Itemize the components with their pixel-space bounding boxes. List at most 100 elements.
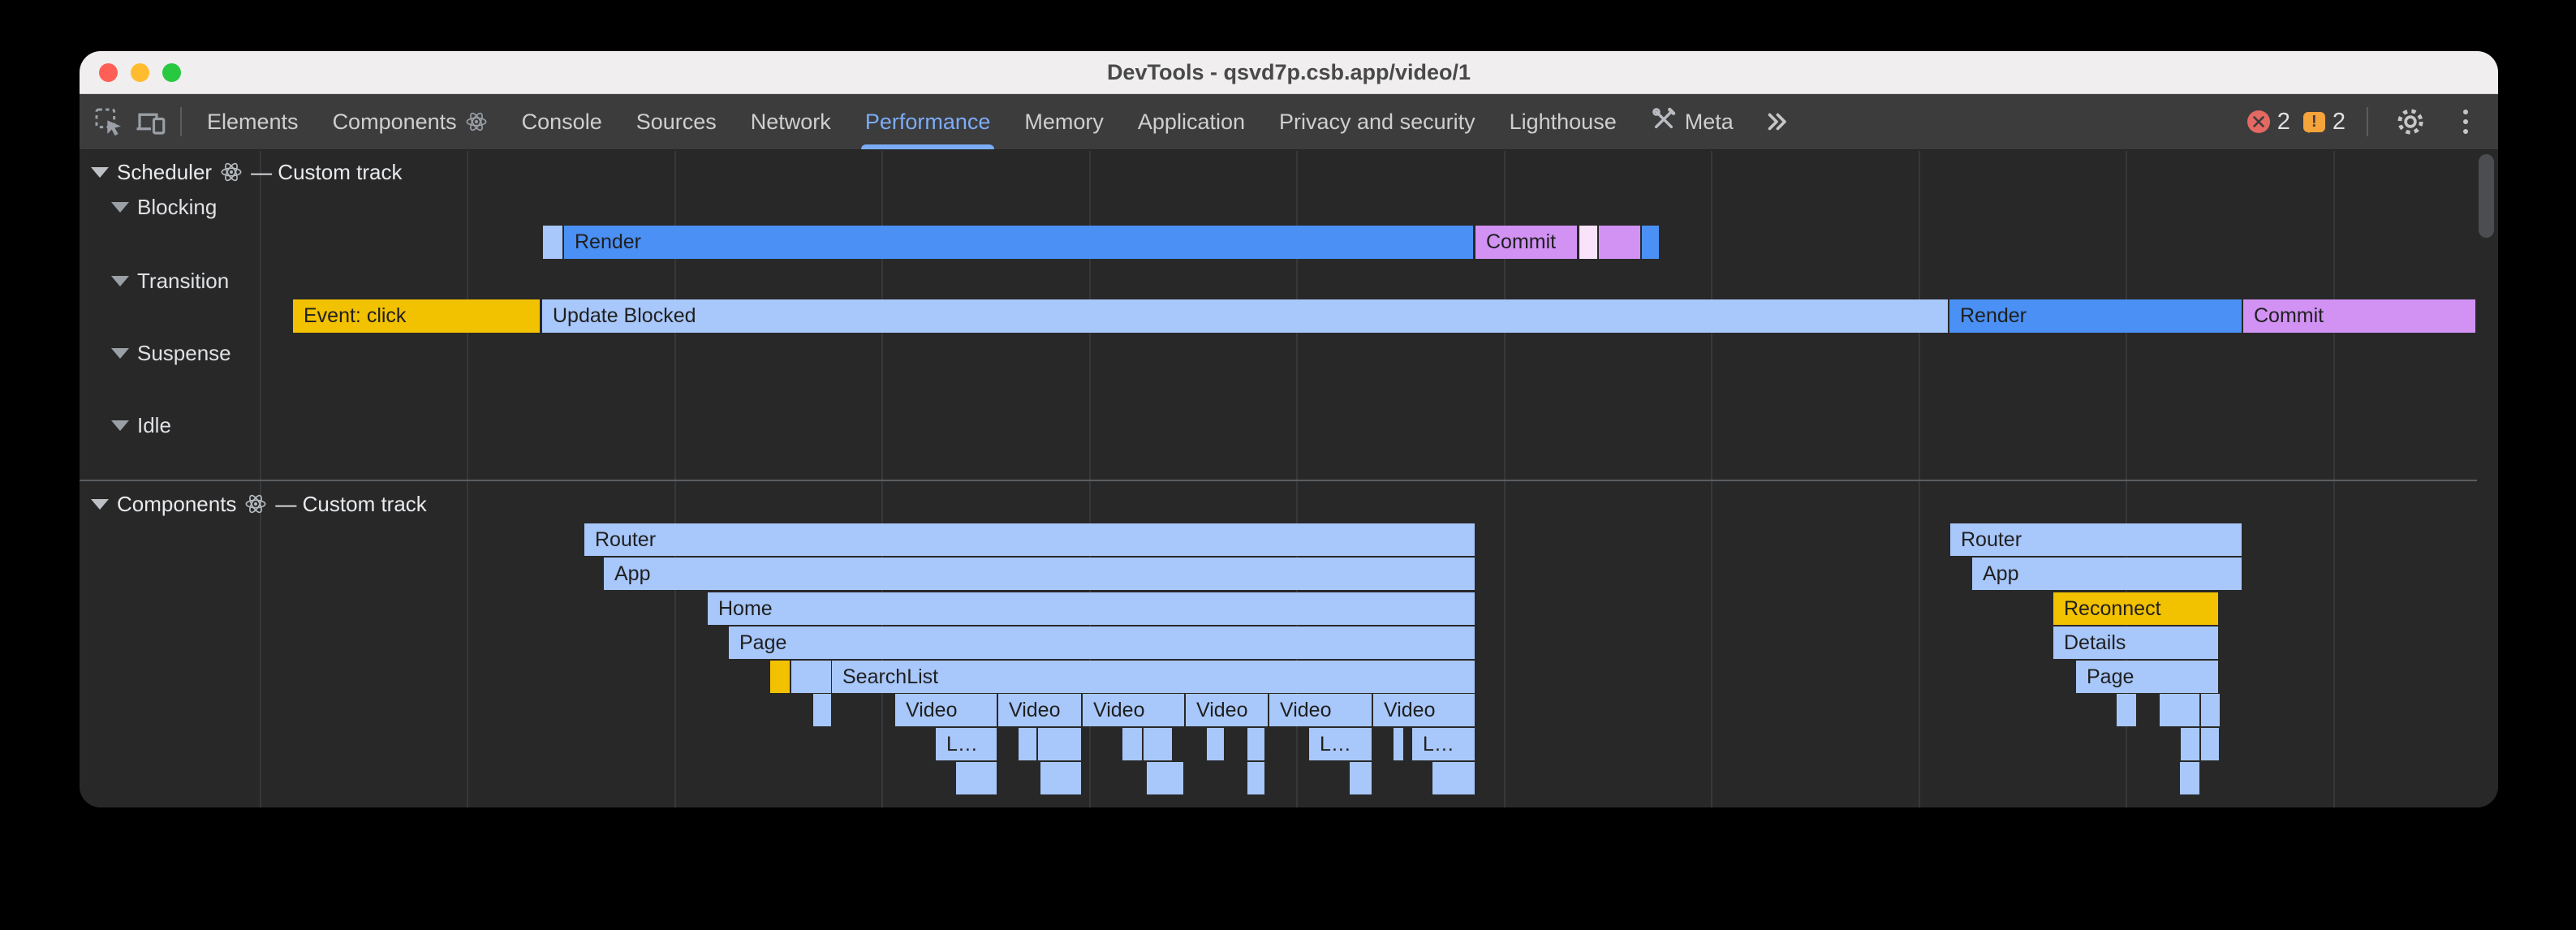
flame-bar-commit[interactable]: Commit bbox=[1475, 226, 1577, 259]
tab-performance[interactable]: Performance bbox=[848, 94, 1008, 149]
flame-bar[interactable] bbox=[1147, 762, 1183, 794]
flame-bar[interactable] bbox=[2201, 728, 2219, 760]
error-icon bbox=[2247, 110, 2270, 133]
tab-label: Meta bbox=[1685, 110, 1734, 135]
flame-bar-searchlist[interactable]: SearchList bbox=[832, 661, 1475, 693]
flame-bar[interactable] bbox=[1040, 762, 1081, 794]
inspect-icon[interactable] bbox=[88, 101, 130, 143]
track-header-components[interactable]: Components — Custom track bbox=[91, 491, 427, 517]
toolbar-divider bbox=[2367, 107, 2368, 136]
track-title: Components bbox=[117, 492, 236, 517]
flame-bar[interactable] bbox=[1247, 728, 1264, 760]
flame-bar-l-[interactable]: L… bbox=[1412, 728, 1475, 760]
flame-bar-render[interactable]: Render bbox=[1949, 299, 2242, 333]
flame-bar-video[interactable]: Video bbox=[998, 694, 1081, 726]
tab-elements[interactable]: Elements bbox=[190, 94, 316, 149]
tab-components[interactable]: Components bbox=[316, 94, 505, 149]
disclosure-triangle-icon[interactable] bbox=[111, 202, 129, 213]
active-tab-underline bbox=[861, 144, 995, 149]
flame-bar[interactable] bbox=[1019, 728, 1036, 760]
track-separator bbox=[80, 480, 2477, 481]
flame-bar-video[interactable]: Video bbox=[1269, 694, 1372, 726]
flame-bar-update-blocked[interactable]: Update Blocked bbox=[542, 299, 1948, 333]
track-suffix: — Custom track bbox=[275, 492, 426, 517]
flame-bar-router[interactable]: Router bbox=[584, 523, 1475, 556]
flame-bar-page[interactable]: Page bbox=[2076, 661, 2218, 693]
flame-bar[interactable] bbox=[1599, 226, 1640, 259]
flame-bar-app[interactable]: App bbox=[1972, 558, 2242, 590]
react-atom-icon bbox=[220, 161, 243, 183]
flame-bar[interactable] bbox=[1394, 728, 1403, 760]
flame-bar-l-[interactable]: L… bbox=[936, 728, 997, 760]
flame-bar[interactable] bbox=[2201, 694, 2220, 726]
flame-bar-event-click[interactable]: Event: click bbox=[293, 299, 540, 333]
flame-bar[interactable] bbox=[813, 694, 831, 726]
tab-network[interactable]: Network bbox=[734, 94, 848, 149]
flame-bar[interactable] bbox=[1432, 762, 1475, 794]
flame-bar[interactable] bbox=[1122, 728, 1142, 760]
panel-tabs: ElementsComponentsConsoleSourcesNetworkP… bbox=[190, 94, 1751, 149]
tab-label: Privacy and security bbox=[1279, 110, 1475, 135]
flame-bar[interactable] bbox=[1038, 728, 1081, 760]
more-tabs-icon[interactable] bbox=[1755, 101, 1798, 143]
flame-bar[interactable] bbox=[2160, 694, 2199, 726]
flame-bar[interactable] bbox=[2180, 762, 2199, 794]
flame-bar-reconnect[interactable]: Reconnect bbox=[2053, 592, 2218, 625]
disclosure-triangle-icon[interactable] bbox=[91, 499, 109, 510]
lane-title: Blocking bbox=[137, 195, 217, 220]
flame-bar[interactable] bbox=[1579, 226, 1597, 259]
flame-bar-commit[interactable]: Commit bbox=[2243, 299, 2475, 333]
tab-label: Elements bbox=[207, 110, 299, 135]
flame-bar[interactable] bbox=[1247, 762, 1264, 794]
flame-bar[interactable] bbox=[770, 661, 790, 693]
menu-kebab-icon[interactable] bbox=[2445, 101, 2487, 143]
tab-lighthouse[interactable]: Lighthouse bbox=[1493, 94, 1634, 149]
flame-bar[interactable] bbox=[543, 226, 562, 259]
performance-timeline[interactable]: Scheduler— Custom track Blocking Transitio… bbox=[80, 151, 2498, 807]
flame-bar-render[interactable]: Render bbox=[564, 226, 1473, 259]
tab-application[interactable]: Application bbox=[1121, 94, 1262, 149]
tab-memory[interactable]: Memory bbox=[1007, 94, 1121, 149]
lane-label-transition[interactable]: Transition bbox=[111, 268, 229, 294]
disclosure-triangle-icon[interactable] bbox=[111, 348, 129, 359]
lane-label-idle[interactable]: Idle bbox=[111, 412, 171, 438]
flame-bar[interactable] bbox=[1144, 728, 1172, 760]
flame-bar[interactable] bbox=[1642, 226, 1659, 259]
warning-counter[interactable]: ! 2 bbox=[2303, 109, 2346, 136]
flame-bar[interactable] bbox=[2117, 694, 2136, 726]
tab-sources[interactable]: Sources bbox=[619, 94, 734, 149]
lane-label-suspense[interactable]: Suspense bbox=[111, 340, 231, 366]
disclosure-triangle-icon[interactable] bbox=[111, 420, 129, 431]
flame-bar-page[interactable]: Page bbox=[729, 626, 1475, 659]
error-counter[interactable]: 2 bbox=[2247, 109, 2290, 136]
lane-title: Idle bbox=[137, 413, 171, 438]
flame-bar-home[interactable]: Home bbox=[708, 592, 1475, 625]
flame-bar-video[interactable]: Video bbox=[895, 694, 997, 726]
flame-bar[interactable] bbox=[956, 762, 997, 794]
tab-console[interactable]: Console bbox=[505, 94, 619, 149]
track-header-scheduler[interactable]: Scheduler— Custom track bbox=[91, 159, 402, 185]
disclosure-triangle-icon[interactable] bbox=[111, 276, 129, 286]
tab-label: Components bbox=[333, 110, 457, 135]
devtools-toolbar: ElementsComponentsConsoleSourcesNetworkP… bbox=[80, 94, 2498, 150]
flame-bar-video[interactable]: Video bbox=[1373, 694, 1475, 726]
tab-privacy-and-security[interactable]: Privacy and security bbox=[1262, 94, 1493, 149]
flame-bar-video[interactable]: Video bbox=[1083, 694, 1184, 726]
flame-bar[interactable] bbox=[791, 661, 831, 693]
lane-label-blocking[interactable]: Blocking bbox=[111, 194, 217, 220]
device-toolbar-icon[interactable] bbox=[130, 101, 172, 143]
flame-bar-details[interactable]: Details bbox=[2053, 626, 2218, 659]
flame-bar-router[interactable]: Router bbox=[1950, 523, 2242, 556]
flame-bar[interactable] bbox=[1207, 728, 1224, 760]
disclosure-triangle-icon[interactable] bbox=[91, 167, 109, 178]
flame-bar[interactable] bbox=[2181, 728, 2199, 760]
flame-bar-app[interactable]: App bbox=[604, 558, 1475, 590]
settings-gear-icon[interactable] bbox=[2389, 101, 2432, 143]
flame-bar-video[interactable]: Video bbox=[1186, 694, 1268, 726]
scrollbar-thumb[interactable] bbox=[2479, 154, 2494, 238]
tab-meta[interactable]: Meta bbox=[1634, 94, 1751, 149]
flame-bar[interactable] bbox=[1350, 762, 1372, 794]
warning-count: 2 bbox=[2333, 109, 2346, 136]
warning-icon: ! bbox=[2303, 112, 2325, 132]
flame-bar-l-[interactable]: L… bbox=[1309, 728, 1372, 760]
